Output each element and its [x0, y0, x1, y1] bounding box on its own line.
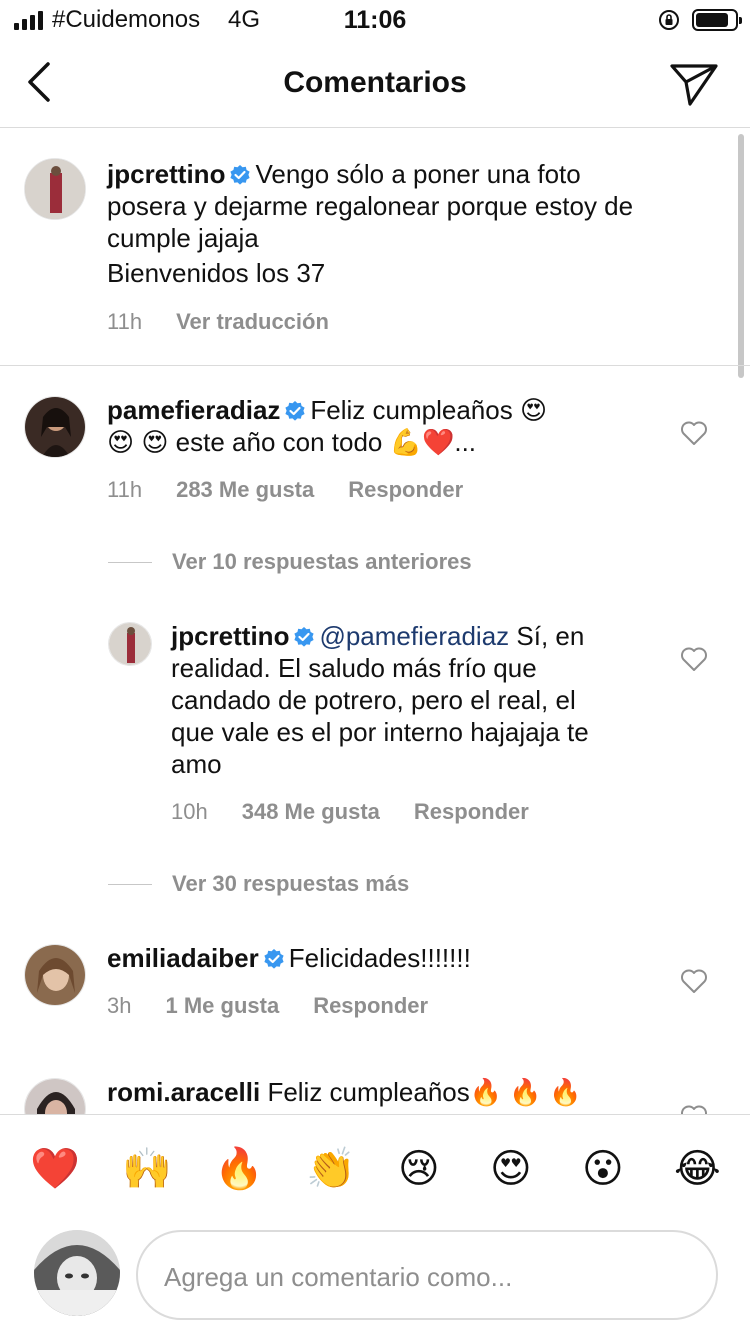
- like-heart-icon[interactable]: [680, 1104, 708, 1114]
- avatar[interactable]: [24, 944, 86, 1006]
- timestamp: 3h: [107, 993, 132, 1018]
- username[interactable]: romi.aracelli: [107, 1077, 260, 1107]
- header-bar: Comentarios: [0, 40, 750, 128]
- comment-input-placeholder: Agrega un comentario como...: [164, 1262, 513, 1292]
- fire-emoji-button[interactable]: 🔥: [214, 1145, 264, 1193]
- comment-text: Feliz cumpleaños 😍: [310, 395, 548, 425]
- page-title: Comentarios: [283, 66, 467, 99]
- emoji-reaction-bar: ❤️ 🙌 🔥 👏 😢 😍 😮 😂: [0, 1114, 750, 1222]
- username[interactable]: jpcrettino: [171, 621, 289, 651]
- crying-face-emoji-button[interactable]: 😢: [398, 1145, 440, 1193]
- heart-eyes-emoji-button[interactable]: 😍: [490, 1145, 532, 1193]
- reply-button[interactable]: Responder: [414, 799, 529, 825]
- current-user-avatar: [34, 1230, 120, 1316]
- comment-item: romi.aracelli Feliz cumpleaños🔥 🔥 🔥: [0, 1060, 750, 1114]
- comment-input[interactable]: Agrega un comentario como...: [136, 1230, 718, 1320]
- caption-line: posera y dejarme regalonear porque estoy…: [107, 191, 634, 221]
- replies-divider-line: [108, 883, 152, 885]
- verified-badge-icon: [285, 401, 306, 421]
- carrier-name: #Cuidemonos: [52, 6, 201, 33]
- username[interactable]: pamefieradiaz: [107, 395, 280, 425]
- comment-text: Feliz cumpleaños🔥 🔥 🔥: [267, 1077, 582, 1107]
- timestamp: 10h: [171, 799, 208, 824]
- comment-text: amo: [171, 749, 222, 779]
- status-bar: #Cuidemonos 4G 11:06: [0, 0, 750, 40]
- comment-text: 😍 😍 este año con todo 💪❤️...: [107, 427, 477, 457]
- comment-text: realidad. El saludo más frío que: [171, 653, 537, 683]
- avatar[interactable]: [24, 396, 86, 458]
- comment-composer: Agrega un comentario como...: [0, 1222, 750, 1334]
- comment-item: pamefieradiaz Feliz cumpleaños 😍 😍 😍 este…: [0, 366, 750, 516]
- view-more-replies-link[interactable]: Ver 30 respuestas más: [108, 871, 409, 897]
- raising-hands-emoji-button[interactable]: 🙌: [122, 1145, 172, 1193]
- view-replies-label[interactable]: Ver 30 respuestas más: [172, 871, 409, 897]
- comment-text: que vale es el por interno hajajaja te: [171, 717, 589, 747]
- red-heart-emoji-button[interactable]: ❤️: [30, 1145, 80, 1193]
- timestamp: 11h: [107, 309, 143, 334]
- comment-text: Felicidades!!!!!!!: [288, 943, 471, 973]
- like-count[interactable]: 348 Me gusta: [242, 799, 380, 825]
- reply-item: jpcrettino @pamefieradiaz Sí, en realidad…: [0, 600, 750, 840]
- verified-badge-icon: [230, 165, 251, 185]
- caption: jpcrettino Vengo sólo a poner una foto po…: [0, 128, 750, 365]
- battery-icon: [692, 9, 742, 31]
- orientation-lock-icon: [659, 10, 679, 30]
- like-count[interactable]: 283 Me gusta: [176, 477, 314, 503]
- like-count[interactable]: 1 Me gusta: [165, 993, 279, 1019]
- reply-button[interactable]: Responder: [313, 993, 428, 1019]
- view-replies-link[interactable]: Ver 10 respuestas anteriores: [108, 549, 472, 575]
- translate-link[interactable]: Ver traducción: [176, 309, 329, 335]
- surprised-face-emoji-button[interactable]: 😮: [582, 1145, 624, 1193]
- comment-text: Sí, en: [516, 621, 585, 651]
- reply-button[interactable]: Responder: [348, 477, 463, 503]
- username[interactable]: jpcrettino: [107, 159, 225, 189]
- verified-badge-icon: [264, 949, 284, 969]
- clapping-hands-emoji-button[interactable]: 👏: [306, 1145, 356, 1193]
- like-heart-icon[interactable]: [680, 968, 708, 994]
- avatar[interactable]: [24, 1078, 86, 1114]
- replies-divider-line: [108, 561, 152, 563]
- view-replies-label[interactable]: Ver 10 respuestas anteriores: [172, 549, 472, 575]
- timestamp: 11h: [107, 477, 143, 502]
- verified-badge-icon: [294, 627, 315, 647]
- caption-line: Vengo sólo a poner una foto: [255, 159, 581, 189]
- caption-line: Bienvenidos los 37: [107, 258, 326, 288]
- like-heart-icon[interactable]: [680, 420, 708, 446]
- mention-link[interactable]: @pamefieradiaz: [319, 621, 509, 651]
- caption-line: cumple jajaja: [107, 223, 259, 253]
- avatar[interactable]: [108, 622, 152, 666]
- signal-icon: [14, 10, 43, 30]
- like-heart-icon[interactable]: [680, 646, 708, 672]
- comment-item: emiliadaiber Felicidades!!!!!!! 3h 1 Me g…: [0, 920, 750, 1040]
- comment-text: candado de potrero, pero el real, el: [171, 685, 576, 715]
- avatar[interactable]: [24, 158, 86, 220]
- username[interactable]: emiliadaiber: [107, 943, 259, 973]
- tears-of-joy-emoji-button[interactable]: 😂: [674, 1145, 721, 1193]
- network-type: 4G: [228, 6, 261, 33]
- back-arrow-icon[interactable]: [20, 58, 60, 106]
- send-direct-icon[interactable]: [668, 60, 720, 108]
